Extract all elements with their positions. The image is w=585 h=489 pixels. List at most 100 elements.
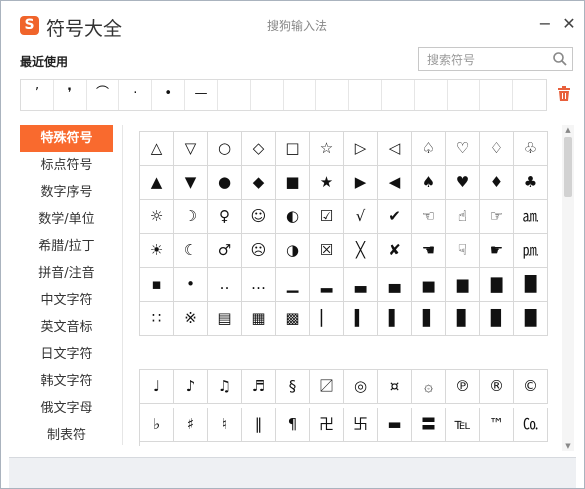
recent-symbol-cell[interactable] bbox=[349, 80, 382, 110]
symbol-cell[interactable]: ☛ bbox=[480, 234, 514, 268]
symbol-cell[interactable]: 卍 bbox=[310, 408, 344, 442]
symbol-cell[interactable]: ℗ bbox=[446, 370, 480, 404]
symbol-cell[interactable]: ▲ bbox=[140, 166, 174, 200]
symbol-cell[interactable]: ▆ bbox=[446, 268, 480, 302]
sidebar-item-1[interactable]: 特殊符号 bbox=[20, 125, 113, 152]
symbol-cell[interactable]: □ bbox=[276, 132, 310, 166]
symbol-cell[interactable]: ▷ bbox=[344, 132, 378, 166]
recent-symbol-cell[interactable] bbox=[415, 80, 448, 110]
symbol-cell[interactable]: ◁ bbox=[378, 132, 412, 166]
recent-symbol-cell[interactable]: · bbox=[119, 80, 153, 110]
symbol-cell[interactable]: ♯ bbox=[174, 408, 208, 442]
symbol-cell[interactable]: ▽ bbox=[174, 132, 208, 166]
recent-symbol-cell[interactable] bbox=[382, 80, 415, 110]
symbol-cell[interactable]: △ bbox=[140, 132, 174, 166]
symbol-cell[interactable]: ▃ bbox=[344, 268, 378, 302]
symbol-cell[interactable]: ☜ bbox=[412, 200, 446, 234]
symbol-cell[interactable]: ▁ bbox=[276, 268, 310, 302]
recent-symbol-cell[interactable] bbox=[218, 80, 251, 110]
symbol-cell[interactable]: ★ bbox=[310, 166, 344, 200]
symbol-cell[interactable]: ™ bbox=[480, 408, 514, 442]
symbol-cell[interactable]: ▬ bbox=[378, 408, 412, 442]
symbol-cell[interactable]: ♫ bbox=[208, 370, 242, 404]
symbol-cell[interactable]: ◀ bbox=[378, 166, 412, 200]
symbol-cell[interactable]: ♀ bbox=[208, 200, 242, 234]
symbol-cell[interactable]: ☞ bbox=[480, 200, 514, 234]
symbol-cell[interactable]: ۞ bbox=[412, 370, 446, 404]
symbol-cell[interactable]: ♧ bbox=[514, 132, 548, 166]
sidebar-item-3[interactable]: 数字序号 bbox=[20, 179, 113, 206]
sidebar-item-8[interactable]: 英文音标 bbox=[20, 314, 113, 341]
symbol-cell[interactable]: ▇ bbox=[480, 268, 514, 302]
symbol-cell[interactable]: ♩ bbox=[140, 370, 174, 404]
symbol-cell[interactable]: ▶ bbox=[344, 166, 378, 200]
search-box[interactable] bbox=[418, 47, 573, 71]
symbol-cell[interactable]: ✔ bbox=[378, 200, 412, 234]
symbol-cell[interactable]: … bbox=[242, 268, 276, 302]
sidebar-item-7[interactable]: 中文字符 bbox=[20, 287, 113, 314]
symbol-cell[interactable]: ☼ bbox=[140, 200, 174, 234]
symbol-cell[interactable]: ※ bbox=[174, 302, 208, 336]
symbol-cell[interactable]: ☺ bbox=[242, 200, 276, 234]
search-input[interactable] bbox=[425, 49, 549, 71]
symbol-cell[interactable]: ▦ bbox=[242, 302, 276, 336]
symbol-cell[interactable]: √ bbox=[344, 200, 378, 234]
symbol-cell[interactable]: ◑ bbox=[276, 234, 310, 268]
symbol-cell[interactable]: ♣ bbox=[514, 166, 548, 200]
scroll-thumb[interactable] bbox=[564, 137, 572, 197]
symbol-cell[interactable]: ☑ bbox=[310, 200, 344, 234]
recent-symbol-cell[interactable]: — bbox=[185, 80, 218, 110]
symbol-cell[interactable]: ☚ bbox=[412, 234, 446, 268]
symbol-cell[interactable]: █ bbox=[514, 302, 548, 336]
trash-icon[interactable] bbox=[557, 86, 571, 102]
symbol-cell[interactable]: ╳ bbox=[344, 234, 378, 268]
symbol-cell[interactable]: ‥ bbox=[208, 268, 242, 302]
symbol-cell[interactable]: ▤ bbox=[208, 302, 242, 336]
symbol-cell[interactable]: ☽ bbox=[174, 200, 208, 234]
scroll-down-arrow-icon[interactable]: ▼ bbox=[562, 441, 574, 451]
symbol-cell[interactable]: • bbox=[174, 268, 208, 302]
symbol-cell[interactable]: ▊ bbox=[446, 302, 480, 336]
symbol-cell[interactable]: ☝ bbox=[446, 200, 480, 234]
symbol-cell[interactable]: ◆ bbox=[242, 166, 276, 200]
sidebar-item-11[interactable]: 俄文字母 bbox=[20, 395, 113, 422]
symbol-cell[interactable]: ▄ bbox=[378, 268, 412, 302]
symbol-cell[interactable]: ♪ bbox=[174, 370, 208, 404]
sidebar-item-5[interactable]: 希腊/拉丁 bbox=[20, 233, 113, 260]
symbol-cell[interactable]: ● bbox=[208, 166, 242, 200]
symbol-cell[interactable]: ♬ bbox=[242, 370, 276, 404]
symbol-cell[interactable]: 〼 bbox=[310, 370, 344, 404]
search-icon[interactable] bbox=[552, 51, 568, 67]
sidebar-item-10[interactable]: 韩文字符 bbox=[20, 368, 113, 395]
symbol-cell[interactable]: ▅ bbox=[412, 268, 446, 302]
symbol-cell[interactable]: ◎ bbox=[344, 370, 378, 404]
symbol-cell[interactable]: § bbox=[276, 370, 310, 404]
symbol-cell[interactable]: ¶ bbox=[276, 408, 310, 442]
symbol-cell[interactable]: ㏘ bbox=[514, 234, 548, 268]
symbol-cell[interactable]: ♭ bbox=[140, 408, 174, 442]
recent-symbol-cell[interactable] bbox=[448, 80, 481, 110]
symbol-cell[interactable]: ☆ bbox=[310, 132, 344, 166]
sidebar-item-4[interactable]: 数学/单位 bbox=[20, 206, 113, 233]
symbol-cell[interactable]: ☟ bbox=[446, 234, 480, 268]
close-button[interactable]: ✕ bbox=[559, 14, 579, 34]
symbol-cell[interactable]: ▌ bbox=[378, 302, 412, 336]
symbol-cell[interactable]: ♦ bbox=[480, 166, 514, 200]
recent-symbol-cell[interactable] bbox=[251, 80, 284, 110]
symbol-cell[interactable]: ㏇ bbox=[514, 408, 548, 442]
symbol-cell[interactable]: ■ bbox=[276, 166, 310, 200]
symbol-cell[interactable]: ♢ bbox=[480, 132, 514, 166]
symbol-cell[interactable]: ◐ bbox=[276, 200, 310, 234]
recent-symbol-cell[interactable] bbox=[513, 80, 546, 110]
symbol-cell[interactable]: ♠ bbox=[412, 166, 446, 200]
symbol-cell[interactable]: ☾ bbox=[174, 234, 208, 268]
symbol-cell[interactable]: 卐 bbox=[344, 408, 378, 442]
vertical-scrollbar[interactable]: ▲ ▼ bbox=[562, 125, 574, 451]
sidebar-item-2[interactable]: 标点符号 bbox=[20, 152, 113, 179]
symbol-cell[interactable]: ▋ bbox=[412, 302, 446, 336]
symbol-cell[interactable]: © bbox=[514, 370, 548, 404]
symbol-cell[interactable]: ○ bbox=[208, 132, 242, 166]
symbol-cell[interactable]: ♮ bbox=[208, 408, 242, 442]
symbol-cell[interactable]: ☹ bbox=[242, 234, 276, 268]
symbol-cell[interactable]: ▍ bbox=[344, 302, 378, 336]
